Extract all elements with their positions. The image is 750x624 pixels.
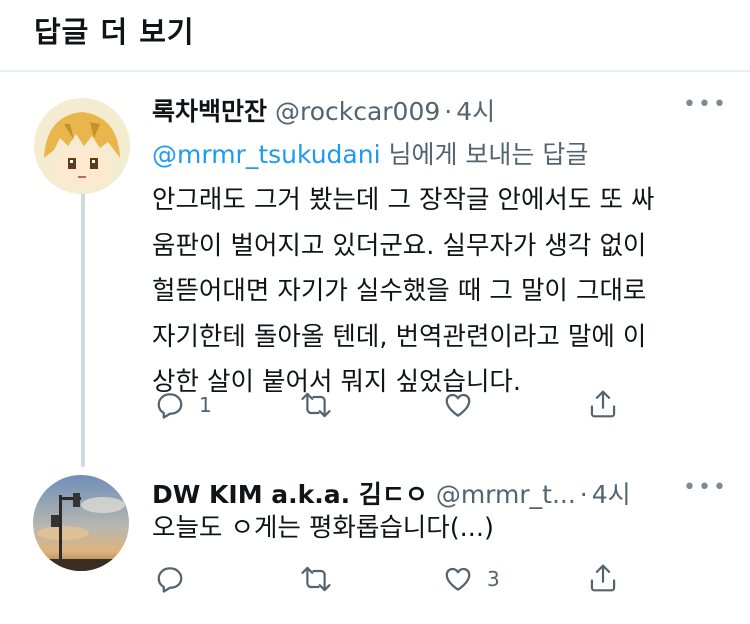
like-count: 3 <box>487 567 500 591</box>
tweet-time[interactable]: 4시 <box>456 97 495 126</box>
tweet-body-line: 헐뜯어대면 자기가 실수했을 때 그 말이 그대로 <box>152 276 647 306</box>
avatar[interactable] <box>33 475 129 571</box>
page-title: 답글 더 보기 <box>34 15 195 49</box>
tweet-body-line: 움판이 벌어지고 있더군요. 실무자가 생각 없이 <box>152 230 647 261</box>
reply-to-line: @mrmr_tsukudani 님에게 보내는 답글 <box>152 135 588 171</box>
separator-dot: · <box>444 97 453 126</box>
retweet-icon <box>301 566 331 592</box>
author-handle[interactable]: @rockcar009 <box>275 97 440 126</box>
heart-icon <box>445 393 471 417</box>
more-options-icon[interactable]: ••• <box>683 92 728 117</box>
share-icon <box>590 390 616 418</box>
tweet-body-line: 자기한테 돌아올 텐데, 번역관련이라고 말에 이 <box>152 321 647 352</box>
author-name[interactable]: DW KIM a.k.a. 김ㄷㅇ <box>152 480 428 509</box>
share-button[interactable] <box>588 388 618 420</box>
tweet-body-line: 오늘도 ㅇ게는 평화롭습니다(...) <box>152 513 494 543</box>
share-button[interactable] <box>588 562 618 594</box>
tweet-body: 오늘도 ㅇ게는 평화롭습니다(...) <box>152 506 494 552</box>
reply-to-label: 님에게 보내는 답글 <box>380 140 589 169</box>
tweet-body-line: 안그래도 그거 봤는데 그 장작글 안에서도 또 싸 <box>152 185 655 215</box>
author-handle[interactable]: @mrmr_t... <box>436 480 576 509</box>
more-options-icon[interactable]: ••• <box>683 475 728 500</box>
reply-count: 1 <box>199 393 212 417</box>
thread-connector-line <box>81 182 85 467</box>
tweet-body: 안그래도 그거 봤는데 그 장작글 안에서도 또 싸 움판이 벌어지고 있더군요… <box>152 178 654 406</box>
retweet-button[interactable] <box>300 390 346 420</box>
author-name[interactable]: 록차백만잔 <box>152 97 267 126</box>
reply-button[interactable] <box>155 564 199 594</box>
header-divider <box>0 70 750 72</box>
retweet-button[interactable] <box>300 564 346 594</box>
heart-icon <box>445 567 471 591</box>
avatar[interactable] <box>34 98 130 194</box>
reply-to-handle-link[interactable]: @mrmr_tsukudani <box>152 140 381 169</box>
like-button[interactable]: 3 <box>443 564 500 594</box>
tweet-time[interactable]: 4시 <box>592 480 631 509</box>
reply-button[interactable]: 1 <box>155 390 212 420</box>
reply-icon <box>157 393 183 419</box>
retweet-icon <box>301 392 331 418</box>
reply-icon <box>157 567 183 593</box>
share-icon <box>590 564 616 592</box>
like-button[interactable] <box>443 390 487 420</box>
page-header: 답글 더 보기 <box>0 0 750 70</box>
tweet-body-line: 상한 살이 붙어서 뭐지 싶었습니다. <box>152 367 521 397</box>
separator-dot: · <box>579 480 588 509</box>
tweet-header: 록차백만잔 @rockcar009 · 4시 <box>152 92 495 128</box>
